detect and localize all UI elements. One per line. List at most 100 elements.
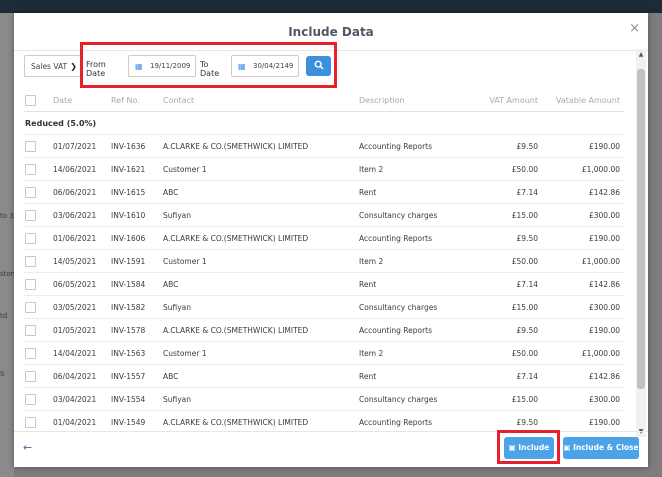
row-ref-no: INV-1584 bbox=[110, 272, 162, 296]
row-vat-amount: £15.00 bbox=[458, 387, 542, 411]
chevron-down-icon: ❯ bbox=[70, 62, 77, 71]
row-vat-amount: £50.00 bbox=[458, 249, 542, 273]
row-ref-no: INV-1615 bbox=[110, 180, 162, 204]
row-contact: ABC bbox=[162, 180, 358, 204]
row-date: 03/04/2021 bbox=[52, 387, 110, 411]
row-vat-amount: £7.14 bbox=[458, 364, 542, 388]
row-checkbox[interactable] bbox=[25, 209, 36, 221]
row-vat-amount: £7.14 bbox=[458, 180, 542, 204]
row-ref-no: INV-1591 bbox=[110, 249, 162, 273]
header-description: Description bbox=[358, 89, 458, 112]
row-ref-no: INV-1549 bbox=[110, 410, 162, 429]
row-contact: A.CLARKE & CO.(SMETHWICK) LIMITED bbox=[162, 134, 358, 158]
row-date: 01/06/2021 bbox=[52, 226, 110, 250]
table-row[interactable]: 06/04/2021 INV-1557 ABC Rent £7.14 £142.86 bbox=[24, 364, 624, 388]
row-contact: Sufiyan bbox=[162, 387, 358, 411]
row-contact: ABC bbox=[162, 364, 358, 388]
table-row[interactable]: 14/04/2021 INV-1563 Customer 1 Item 2 £50.00… bbox=[24, 341, 624, 365]
row-vatable-amount: £190.00 bbox=[542, 318, 624, 342]
row-vatable-amount: £300.00 bbox=[542, 295, 624, 319]
row-contact: Sufiyan bbox=[162, 295, 358, 319]
scroll-up-icon[interactable]: ▲ bbox=[636, 51, 646, 58]
row-date: 01/05/2021 bbox=[52, 318, 110, 342]
scroll-thumb[interactable] bbox=[637, 69, 645, 389]
row-ref-no: INV-1578 bbox=[110, 318, 162, 342]
row-vat-amount: £15.00 bbox=[458, 295, 542, 319]
include-close-label: Include & Close bbox=[573, 443, 639, 452]
row-date: 01/04/2021 bbox=[52, 410, 110, 429]
row-date: 03/05/2021 bbox=[52, 295, 110, 319]
vat-type-value: Sales VAT bbox=[31, 62, 68, 71]
row-contact: ABC bbox=[162, 272, 358, 296]
row-checkbox[interactable] bbox=[25, 278, 36, 290]
row-vat-amount: £9.50 bbox=[458, 410, 542, 429]
row-vatable-amount: £300.00 bbox=[542, 387, 624, 411]
row-description: Item 2 bbox=[358, 157, 458, 181]
back-arrow-icon[interactable]: ← bbox=[23, 441, 32, 454]
table-row[interactable]: 06/06/2021 INV-1615 ABC Rent £7.14 £142.86 bbox=[24, 180, 624, 204]
row-checkbox[interactable] bbox=[25, 140, 36, 152]
row-checkbox[interactable] bbox=[25, 324, 36, 336]
row-date: 06/06/2021 bbox=[52, 180, 110, 204]
row-date: 01/07/2021 bbox=[52, 134, 110, 158]
row-date: 14/05/2021 bbox=[52, 249, 110, 273]
table-row[interactable]: 06/05/2021 INV-1584 ABC Rent £7.14 £142.86 bbox=[24, 272, 624, 296]
row-description: Accounting Reports bbox=[358, 410, 458, 429]
close-icon[interactable]: × bbox=[629, 21, 640, 36]
row-checkbox[interactable] bbox=[25, 255, 36, 267]
modal-scrollbar[interactable]: ▲ ▼ bbox=[636, 49, 646, 437]
include-close-button[interactable]: ▣ Include & Close bbox=[563, 437, 639, 459]
background-text-4: S bbox=[0, 370, 5, 378]
row-vatable-amount: £142.86 bbox=[542, 364, 624, 388]
row-vat-amount: £50.00 bbox=[458, 341, 542, 365]
table-row[interactable]: 01/04/2021 INV-1549 A.CLARKE & CO.(SMETHWI… bbox=[24, 410, 624, 429]
app-top-bar bbox=[0, 0, 662, 13]
row-checkbox[interactable] bbox=[25, 347, 36, 359]
row-vatable-amount: £300.00 bbox=[542, 203, 624, 227]
table-row[interactable]: 01/05/2021 INV-1578 A.CLARKE & CO.(SMETHWI… bbox=[24, 318, 624, 342]
row-date: 06/04/2021 bbox=[52, 364, 110, 388]
table-header-row: Date Ref No. Contact Description VAT Amo… bbox=[24, 89, 624, 112]
row-checkbox[interactable] bbox=[25, 416, 36, 428]
row-vatable-amount: £142.86 bbox=[542, 180, 624, 204]
row-checkbox[interactable] bbox=[25, 163, 36, 175]
row-description: Rent bbox=[358, 364, 458, 388]
row-vatable-amount: £190.00 bbox=[542, 134, 624, 158]
row-ref-no: INV-1557 bbox=[110, 364, 162, 388]
select-all-checkbox[interactable] bbox=[25, 94, 36, 106]
row-ref-no: INV-1610 bbox=[110, 203, 162, 227]
row-vatable-amount: £1,000.00 bbox=[542, 249, 624, 273]
row-vatable-amount: £142.86 bbox=[542, 272, 624, 296]
row-vatable-amount: £1,000.00 bbox=[542, 341, 624, 365]
row-ref-no: INV-1606 bbox=[110, 226, 162, 250]
table-row[interactable]: 03/06/2021 INV-1610 Sufiyan Consultancy cha… bbox=[24, 203, 624, 227]
row-checkbox[interactable] bbox=[25, 232, 36, 244]
row-vat-amount: £7.14 bbox=[458, 272, 542, 296]
row-vat-amount: £9.50 bbox=[458, 226, 542, 250]
header-vat-amount: VAT Amount bbox=[458, 89, 542, 112]
table-row[interactable]: 01/06/2021 INV-1606 A.CLARKE & CO.(SMETHWI… bbox=[24, 226, 624, 250]
group-label: Reduced (5.0%) bbox=[24, 111, 624, 135]
row-date: 14/04/2021 bbox=[52, 341, 110, 365]
table-row[interactable]: 03/04/2021 INV-1554 Sufiyan Consultancy cha… bbox=[24, 387, 624, 411]
row-vat-amount: £15.00 bbox=[458, 203, 542, 227]
table-row[interactable]: 14/05/2021 INV-1591 Customer 1 Item 2 £50.00… bbox=[24, 249, 624, 273]
table-row[interactable]: 03/05/2021 INV-1582 Sufiyan Consultancy cha… bbox=[24, 295, 624, 319]
row-checkbox[interactable] bbox=[25, 186, 36, 198]
row-ref-no: INV-1563 bbox=[110, 341, 162, 365]
row-contact: A.CLARKE & CO.(SMETHWICK) LIMITED bbox=[162, 410, 358, 429]
background-text-2: ston bbox=[0, 270, 16, 278]
table-row[interactable]: 01/07/2021 INV-1636 A.CLARKE & CO.(SMETHWI… bbox=[24, 134, 624, 158]
group-row: Reduced (5.0%) bbox=[24, 111, 624, 135]
row-vat-amount: £50.00 bbox=[458, 157, 542, 181]
row-checkbox[interactable] bbox=[25, 301, 36, 313]
row-checkbox[interactable] bbox=[25, 370, 36, 382]
row-checkbox[interactable] bbox=[25, 393, 36, 405]
row-date: 06/05/2021 bbox=[52, 272, 110, 296]
vat-type-select[interactable]: Sales VAT ❯ bbox=[24, 55, 82, 77]
row-ref-no: INV-1582 bbox=[110, 295, 162, 319]
header-ref-no: Ref No. bbox=[110, 89, 162, 112]
row-contact: A.CLARKE & CO.(SMETHWICK) LIMITED bbox=[162, 318, 358, 342]
table-row[interactable]: 14/06/2021 INV-1621 Customer 1 Item 2 £50.00… bbox=[24, 157, 624, 181]
row-description: Rent bbox=[358, 272, 458, 296]
